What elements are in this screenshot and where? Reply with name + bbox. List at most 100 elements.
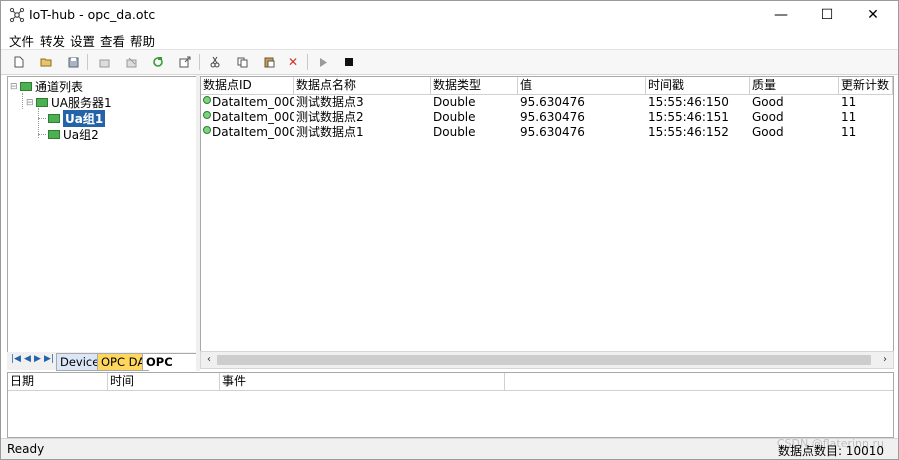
cell-quality: Good (752, 110, 784, 124)
copy-icon[interactable] (234, 54, 250, 70)
cell-timestamp: 15:55:46:150 (648, 95, 729, 109)
cell-update-count: 11 (841, 110, 857, 124)
status-text: Ready (7, 442, 45, 456)
app-window: IoT-hub - opc_da.otc — ☐ ✕ 文件 转发 设置 查看 帮… (0, 0, 899, 460)
cell-type: Double (433, 110, 476, 124)
cell-value: 95.630476 (520, 95, 585, 109)
channel-tree[interactable]: ⊟ 通道列表 ⊟ UA服务器1 Ua组1 Ua组2 (7, 76, 197, 354)
data-item-icon (203, 126, 211, 134)
tree-node-root[interactable]: ⊟ 通道列表 (10, 79, 83, 94)
menu-help[interactable]: 帮助 (130, 31, 155, 50)
last-tab-icon[interactable]: ▶| (44, 354, 54, 364)
tree-connector (22, 93, 23, 109)
menu-file[interactable]: 文件 (9, 31, 34, 50)
new-file-icon[interactable] (11, 54, 27, 70)
group-node-icon (48, 130, 60, 139)
scroll-right-icon[interactable]: › (878, 353, 892, 367)
log-column-time[interactable]: 时间 (108, 373, 220, 390)
data-item-icon (203, 111, 211, 119)
tree-node-group1[interactable]: Ua组1 (48, 110, 106, 127)
channel-node-icon (20, 82, 32, 91)
menu-view[interactable]: 查看 (100, 31, 125, 50)
column-header-value[interactable]: 值 (518, 77, 646, 94)
tree-node-label: UA服务器1 (51, 96, 112, 110)
prev-tab-icon[interactable]: ◀ (24, 354, 31, 364)
menu-settings[interactable]: 设置 (70, 31, 95, 50)
table-row[interactable]: DataItem_0002 测试数据点2 Double 95.630476 15… (201, 110, 893, 125)
first-tab-icon[interactable]: |◀ (11, 354, 21, 364)
tab-opc-ua[interactable]: OPC UA (142, 353, 197, 385)
cut-icon[interactable] (207, 54, 223, 70)
cell-id-text: DataItem_0001 (212, 125, 294, 139)
export-icon[interactable] (177, 54, 193, 70)
grid-header: 数据点ID 数据点名称 数据类型 值 时间戳 质量 更新计数 (201, 77, 893, 95)
status-bar: Ready CSDN @flaterinn.ru 数据点数目: 10010 (1, 437, 898, 459)
edit-channel-icon[interactable] (123, 54, 139, 70)
save-icon[interactable] (65, 54, 81, 70)
cell-update-count: 11 (841, 95, 857, 109)
event-log[interactable]: 日期 时间 事件 (7, 372, 894, 438)
data-point-grid[interactable]: 数据点ID 数据点名称 数据类型 值 时间戳 质量 更新计数 DataItem_… (200, 76, 894, 353)
column-header-type[interactable]: 数据类型 (431, 77, 518, 94)
tree-node-label-selected: Ua组1 (63, 110, 106, 127)
log-column-date[interactable]: 日期 (8, 373, 108, 390)
collapse-icon[interactable]: ⊟ (10, 82, 20, 92)
column-header-timestamp[interactable]: 时间戳 (646, 77, 750, 94)
tree-node-group2[interactable]: Ua组2 (48, 127, 99, 142)
window-title: IoT-hub - opc_da.otc (29, 7, 156, 22)
column-header-update-count[interactable]: 更新计数 (839, 77, 893, 94)
cell-value: 95.630476 (520, 110, 585, 124)
cell-id: DataItem_0002 (201, 110, 294, 125)
data-item-icon (203, 96, 211, 104)
cell-name: 测试数据点2 (296, 110, 364, 124)
cell-id-text: DataItem_0003 (212, 95, 294, 109)
tree-connector (38, 134, 46, 135)
cell-quality: Good (752, 95, 784, 109)
cell-value: 95.630476 (520, 125, 585, 139)
scroll-left-icon[interactable]: ‹ (202, 353, 216, 367)
table-row[interactable]: DataItem_0003 测试数据点3 Double 95.630476 15… (201, 95, 893, 110)
paste-icon[interactable] (261, 54, 277, 70)
toolbar-separator (199, 54, 200, 70)
column-header-quality[interactable]: 质量 (750, 77, 839, 94)
cell-name: 测试数据点3 (296, 95, 364, 109)
close-button[interactable]: ✕ (850, 1, 896, 29)
next-tab-icon[interactable]: ▶ (34, 354, 41, 364)
column-header-name[interactable]: 数据点名称 (294, 77, 431, 94)
cell-name: 测试数据点1 (296, 125, 364, 139)
maximize-button[interactable]: ☐ (804, 1, 850, 29)
log-column-event[interactable]: 事件 (220, 373, 505, 390)
cell-id: DataItem_0001 (201, 125, 294, 140)
cell-id: DataItem_0003 (201, 95, 294, 110)
scrollbar-thumb[interactable] (217, 355, 871, 365)
collapse-icon[interactable]: ⊟ (26, 98, 36, 108)
table-row[interactable]: DataItem_0001 测试数据点1 Double 95.630476 15… (201, 125, 893, 140)
minimize-button[interactable]: — (758, 1, 804, 29)
toolbar: ✕ (1, 49, 898, 75)
cell-type: Double (433, 125, 476, 139)
menu-bar: 文件 转发 设置 查看 帮助 (1, 29, 898, 49)
tree-node-label: 通道列表 (35, 80, 84, 94)
tree-node-label: Ua组2 (63, 128, 99, 142)
menu-forward[interactable]: 转发 (40, 31, 65, 50)
toolbar-separator (87, 54, 88, 70)
cell-timestamp: 15:55:46:152 (648, 125, 729, 139)
column-header-id[interactable]: 数据点ID (201, 77, 294, 94)
cell-quality: Good (752, 125, 784, 139)
delete-icon[interactable]: ✕ (285, 54, 301, 70)
group-node-icon (48, 114, 60, 123)
run-icon[interactable] (315, 54, 331, 70)
tree-node-server[interactable]: ⊟ UA服务器1 (26, 95, 112, 110)
app-network-icon (9, 7, 25, 23)
grid-horizontal-scrollbar[interactable]: ‹ › (200, 351, 894, 369)
add-channel-icon[interactable] (96, 54, 112, 70)
cell-id-text: DataItem_0002 (212, 110, 294, 124)
open-folder-icon[interactable] (38, 54, 54, 70)
server-node-icon (36, 98, 48, 107)
stop-icon[interactable] (341, 54, 357, 70)
refresh-icon[interactable] (150, 54, 166, 70)
data-point-count: 数据点数目: 10010 (777, 444, 884, 458)
cell-timestamp: 15:55:46:151 (648, 110, 729, 124)
log-header: 日期 时间 事件 (8, 373, 893, 391)
tree-tab-bar: |◀ ◀ ▶ ▶| Device OPC DA OPC UA (7, 352, 197, 385)
